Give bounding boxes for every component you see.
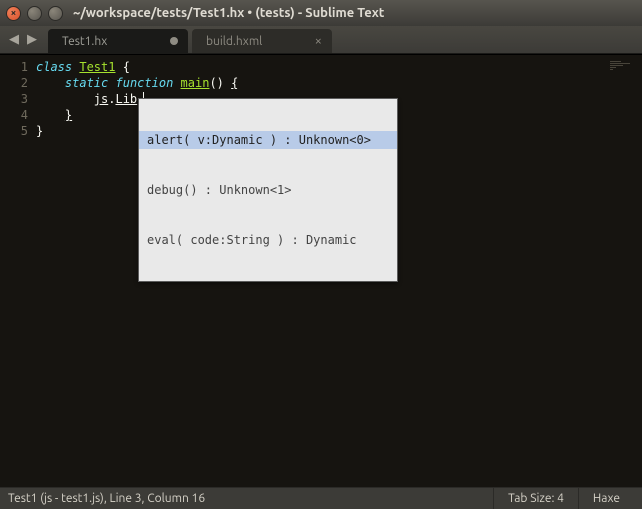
nav-back-icon[interactable]: ◀ bbox=[6, 32, 22, 48]
nav-forward-icon[interactable]: ▶ bbox=[24, 32, 40, 48]
token bbox=[36, 108, 65, 122]
token-keyword: function bbox=[116, 76, 174, 90]
token-keyword: class bbox=[36, 60, 72, 74]
line-number: 5 bbox=[0, 123, 28, 139]
token: js bbox=[94, 92, 108, 106]
title-bar: × ~/workspace/tests/Test1.hx • (tests) -… bbox=[0, 0, 642, 26]
window-title: ~/workspace/tests/Test1.hx • (tests) - S… bbox=[73, 6, 384, 20]
tab-test1[interactable]: Test1.hx bbox=[48, 29, 188, 53]
token: { bbox=[115, 60, 129, 74]
code-content[interactable]: class Test1 { static function main() { j… bbox=[36, 55, 604, 487]
tab-close-icon[interactable]: × bbox=[315, 34, 322, 48]
token bbox=[108, 76, 115, 90]
autocomplete-item[interactable]: debug() : Unknown<1> bbox=[139, 181, 397, 199]
window-maximize-button[interactable] bbox=[48, 6, 63, 21]
token-classname: Test1 bbox=[79, 60, 115, 74]
token: Lib bbox=[115, 92, 137, 106]
minimap-viewport bbox=[610, 61, 638, 81]
token: { bbox=[231, 76, 238, 90]
status-syntax[interactable]: Haxe bbox=[578, 488, 634, 509]
tab-build[interactable]: build.hxml × bbox=[192, 29, 332, 53]
token: } bbox=[36, 124, 43, 138]
editor-area[interactable]: 1 2 3 4 5 class Test1 { static function … bbox=[0, 54, 642, 487]
token: } bbox=[65, 108, 72, 122]
token-keyword: static bbox=[65, 76, 108, 90]
status-bar: Test1 (js - test1.js), Line 3, Column 16… bbox=[0, 487, 642, 509]
token bbox=[36, 92, 94, 106]
token-funcname: main bbox=[181, 76, 210, 90]
line-number: 3 bbox=[0, 91, 28, 107]
tab-bar: ◀ ▶ Test1.hx build.hxml × bbox=[0, 26, 642, 54]
token bbox=[173, 76, 180, 90]
line-number: 2 bbox=[0, 75, 28, 91]
line-number: 4 bbox=[0, 107, 28, 123]
tab-label: Test1.hx bbox=[62, 35, 107, 48]
window-close-button[interactable]: × bbox=[6, 6, 21, 21]
token bbox=[36, 76, 65, 90]
line-number: 1 bbox=[0, 59, 28, 75]
tab-label: build.hxml bbox=[206, 35, 262, 48]
line-number-gutter: 1 2 3 4 5 bbox=[0, 55, 36, 487]
dirty-indicator-icon bbox=[170, 37, 178, 45]
status-position[interactable]: Test1 (js - test1.js), Line 3, Column 16 bbox=[8, 488, 219, 509]
autocomplete-item[interactable]: alert( v:Dynamic ) : Unknown<0> bbox=[139, 131, 397, 149]
window-minimize-button[interactable] bbox=[27, 6, 42, 21]
autocomplete-popup[interactable]: alert( v:Dynamic ) : Unknown<0> debug() … bbox=[138, 98, 398, 282]
autocomplete-item[interactable]: eval( code:String ) : Dynamic bbox=[139, 231, 397, 249]
status-tab-size[interactable]: Tab Size: 4 bbox=[493, 488, 578, 509]
minimap[interactable] bbox=[604, 55, 642, 487]
token: () bbox=[209, 76, 223, 90]
